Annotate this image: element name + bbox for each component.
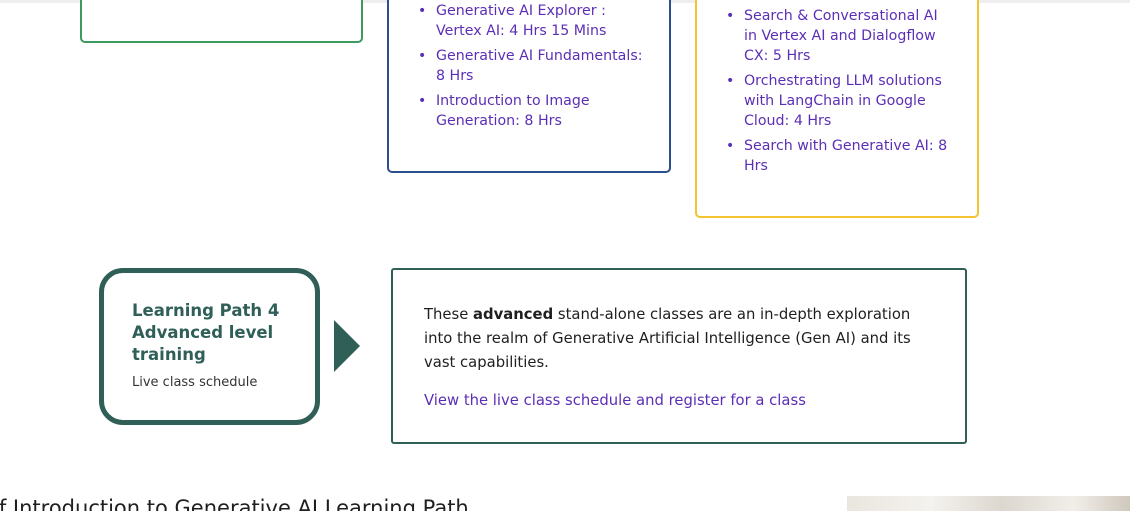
list-item[interactable]: • Search & Conversational AI in Vertex AI…	[725, 6, 950, 66]
bullet-icon: •	[418, 3, 427, 19]
course-link[interactable]: Generative AI Fundamentals: 8 Hrs	[436, 48, 643, 84]
course-link[interactable]: Introduction to Image Generation: 8 Hrs	[436, 93, 590, 129]
learning-path-4-tile: Learning Path 4 Advanced level training …	[99, 268, 320, 425]
course-link[interactable]: Orchestrating LLM solutions with LangCha…	[744, 73, 942, 129]
bullet-icon: •	[726, 138, 735, 154]
arrow-right-icon	[334, 320, 360, 372]
learning-path-card-yellow: • Search & Conversational AI in Vertex AI…	[695, 0, 979, 218]
bullet-icon: •	[418, 48, 427, 64]
learning-path-title: Learning Path 4 Advanced level training	[132, 301, 280, 364]
bullet-icon: •	[418, 93, 427, 109]
info-card: These advanced stand-alone classes are a…	[391, 268, 967, 444]
list-item[interactable]: • Introduction to Image Generation: 8 Hrs	[417, 91, 647, 131]
list-item[interactable]: • Orchestrating LLM solutions with LangCh…	[725, 71, 950, 131]
info-text-start: These	[424, 306, 474, 323]
section-heading: of Introduction to Generative AI Learnin…	[0, 496, 469, 511]
list-item[interactable]: • Search with Generative AI: 8 Hrs	[725, 136, 950, 176]
course-link[interactable]: Search & Conversational AI in Vertex AI …	[744, 8, 938, 64]
course-list: • Generative AI Explorer : Vertex AI: 4 H…	[417, 1, 647, 136]
bullet-icon: •	[726, 8, 735, 24]
live-schedule-link[interactable]: View the live class schedule and registe…	[424, 391, 806, 411]
info-text-bold: advanced	[473, 306, 554, 323]
learning-path-subtitle: Live class schedule	[132, 375, 258, 390]
learning-path-card-green	[80, 0, 363, 43]
course-link[interactable]: Search with Generative AI: 8 Hrs	[744, 138, 947, 174]
list-item[interactable]: • Generative AI Explorer : Vertex AI: 4 H…	[417, 1, 647, 41]
list-item[interactable]: • Generative AI Fundamentals: 8 Hrs	[417, 46, 647, 86]
course-link[interactable]: Generative AI Explorer : Vertex AI: 4 Hr…	[436, 3, 606, 39]
hero-image	[847, 496, 1130, 511]
info-description: These advanced stand-alone classes are a…	[424, 303, 939, 375]
course-list: • Search & Conversational AI in Vertex AI…	[725, 6, 950, 181]
learning-path-card-blue: • Generative AI Explorer : Vertex AI: 4 H…	[387, 0, 671, 173]
bullet-icon: •	[726, 73, 735, 89]
